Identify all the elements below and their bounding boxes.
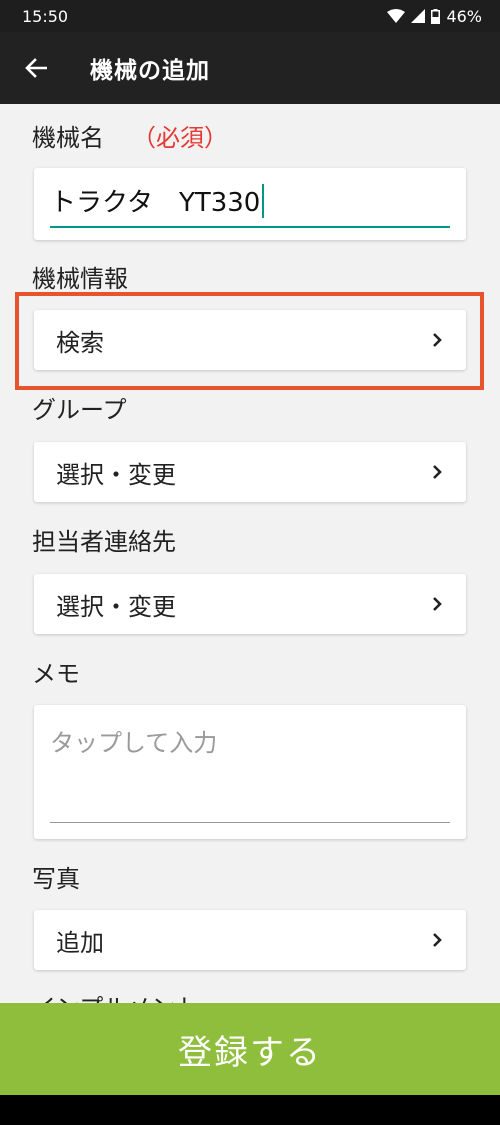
- photo-label: 写真: [32, 865, 80, 893]
- register-button[interactable]: 登録する: [0, 1003, 500, 1095]
- chevron-right-icon: [432, 932, 442, 948]
- machine-name-card: トラクタ YT330: [34, 168, 466, 240]
- contact-label: 担当者連絡先: [32, 528, 176, 556]
- machine-info-search-label: 検索: [56, 328, 104, 357]
- machine-info-search-button[interactable]: 検索: [34, 310, 466, 370]
- machine-name-value: トラクタ YT330: [50, 188, 261, 218]
- back-button[interactable]: [0, 32, 72, 104]
- memo-input[interactable]: タップして入力: [50, 723, 450, 823]
- photo-add-label: 追加: [56, 928, 104, 957]
- wifi-icon: [387, 9, 406, 23]
- battery-percent: 46%: [446, 6, 482, 26]
- chevron-right-icon: [432, 596, 442, 612]
- machine-name-label: 機械名 （必須）: [32, 124, 228, 152]
- form-content: 機械名 （必須） トラクタ YT330 機械情報 検索 グループ 選択・変更 担…: [0, 104, 500, 1004]
- signal-icon: [411, 9, 426, 23]
- page-title: 機械の追加: [90, 58, 210, 84]
- memo-label: メモ: [32, 660, 80, 688]
- group-label: グループ: [32, 396, 127, 424]
- group-select-label: 選択・変更: [56, 460, 176, 489]
- photo-add-button[interactable]: 追加: [34, 910, 466, 970]
- contact-select-label: 選択・変更: [56, 592, 176, 621]
- memo-card: タップして入力: [34, 705, 466, 839]
- status-icons: 46%: [387, 7, 482, 26]
- status-bar: 15:50 46%: [0, 0, 500, 32]
- implement-label: インプルメント: [32, 988, 199, 1004]
- screen: 15:50 46% 機械の追加 機械名 （必須） トラクタ YT330 機械情報…: [0, 0, 500, 1125]
- battery-icon: [431, 8, 441, 24]
- chevron-right-icon: [432, 332, 442, 348]
- machine-name-input[interactable]: トラクタ YT330: [50, 182, 450, 228]
- required-marker: （必須）: [132, 124, 228, 152]
- chevron-right-icon: [432, 464, 442, 480]
- arrow-back-icon: [25, 58, 47, 78]
- machine-info-label: 機械情報: [32, 265, 128, 293]
- navigation-bar: [0, 1095, 500, 1125]
- app-bar: 機械の追加: [0, 32, 500, 104]
- contact-select-button[interactable]: 選択・変更: [34, 574, 466, 634]
- memo-placeholder: タップして入力: [50, 729, 218, 757]
- text-cursor: [262, 183, 265, 218]
- status-time: 15:50: [22, 6, 69, 26]
- input-underline: [50, 226, 450, 228]
- group-select-button[interactable]: 選択・変更: [34, 442, 466, 502]
- memo-underline: [50, 822, 450, 823]
